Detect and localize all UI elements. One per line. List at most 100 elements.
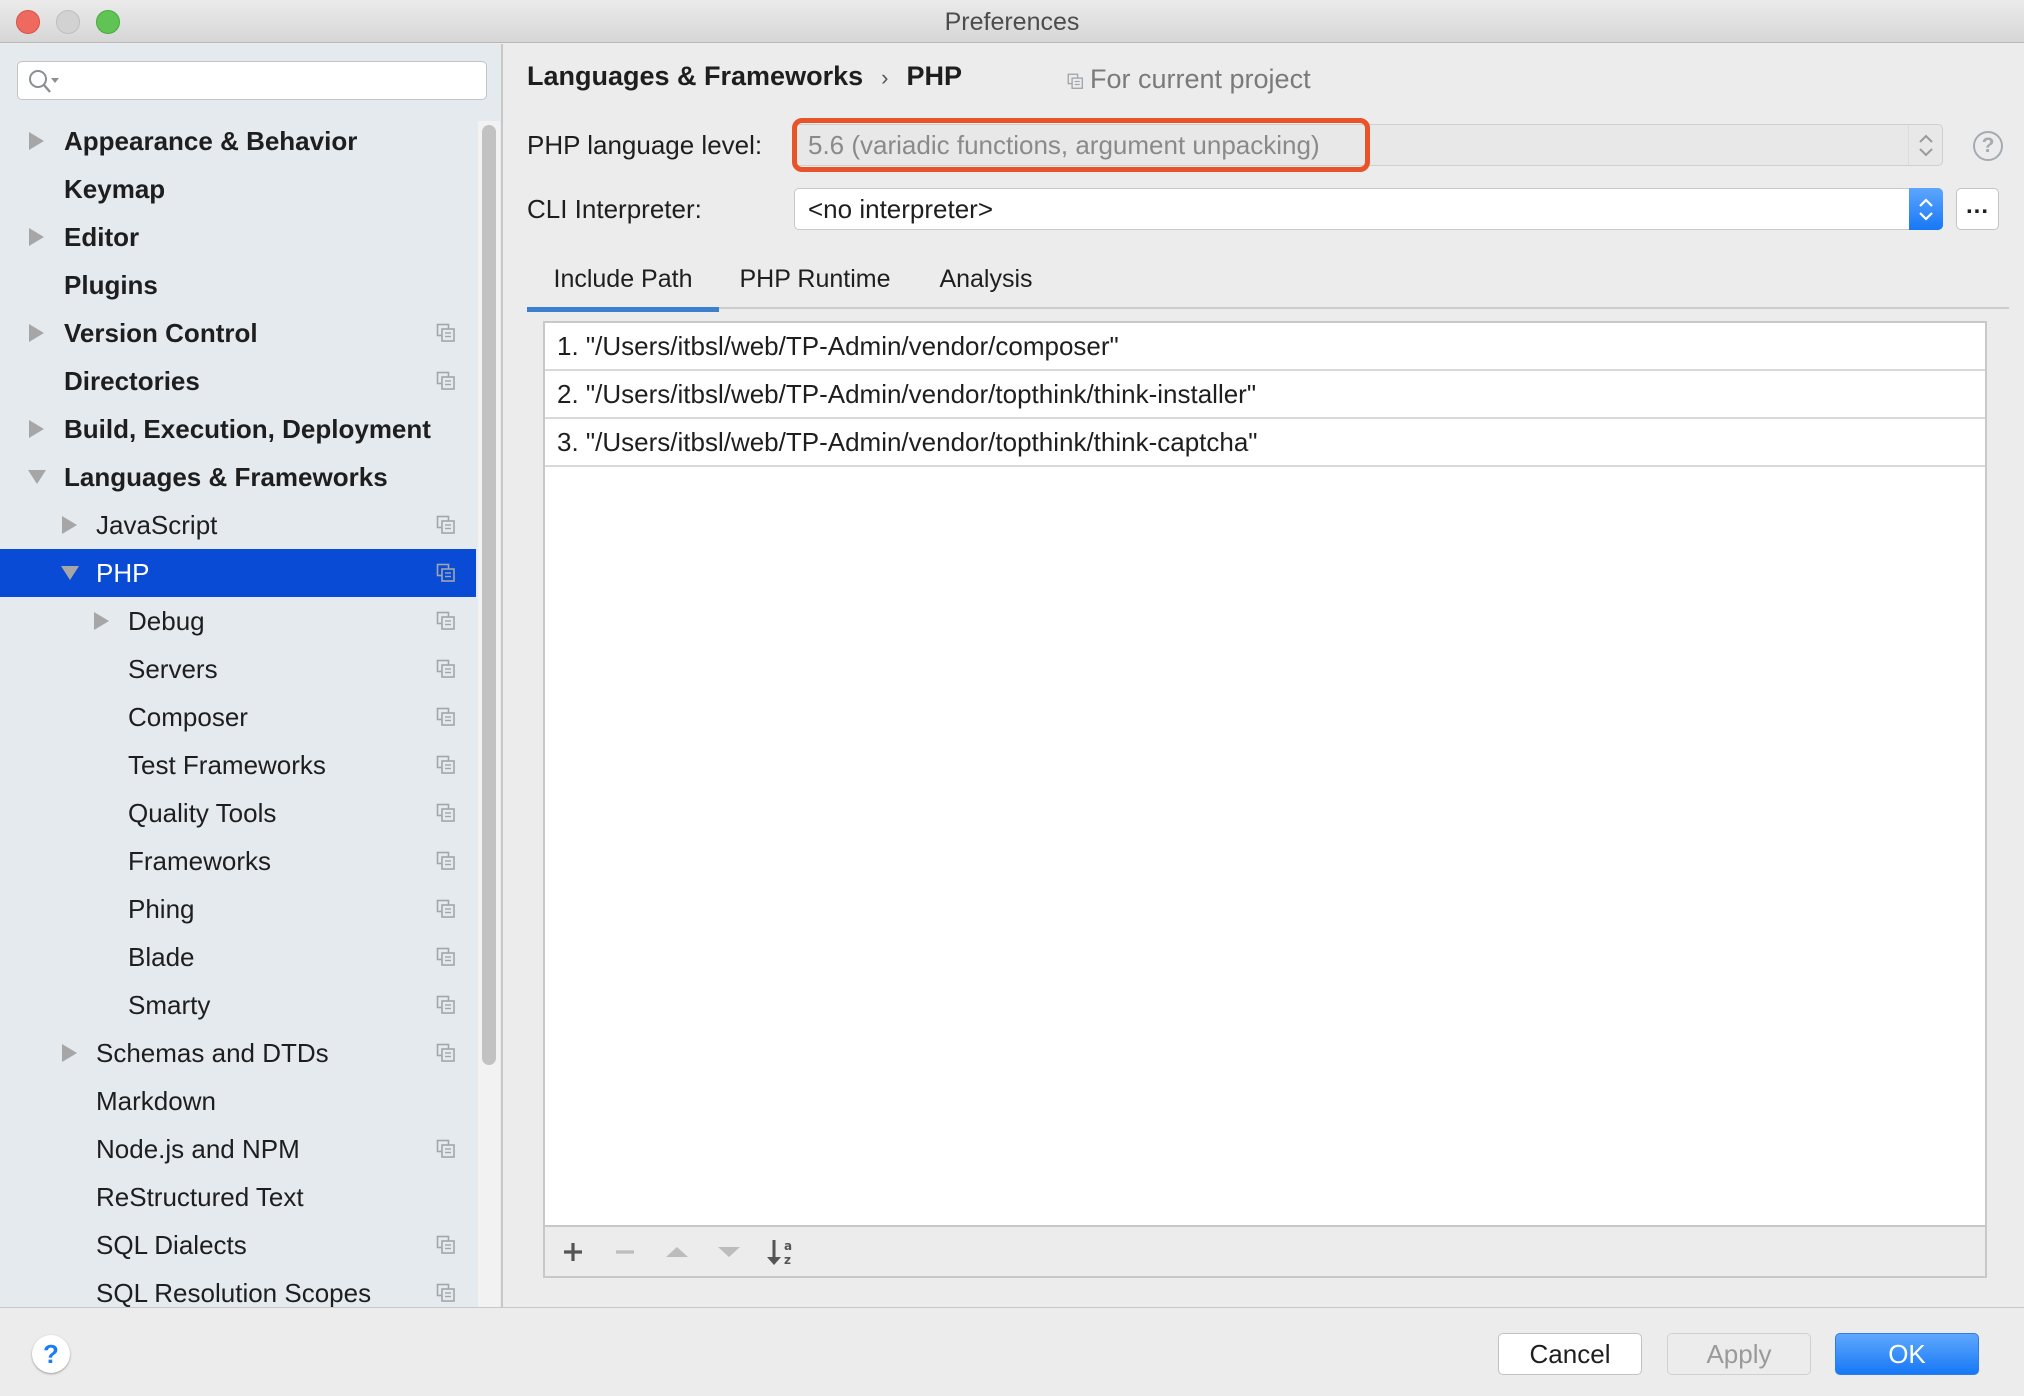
move-up-icon[interactable] [661,1236,693,1268]
sidebar-item-markdown[interactable]: Markdown [0,1077,476,1125]
sidebar-item-label: Schemas and DTDs [96,1038,329,1068]
project-scope-icon [436,371,455,390]
sidebar-item-label: Composer [128,702,248,732]
collapsed-arrow-icon[interactable] [60,501,80,549]
sidebar-item-version-control[interactable]: Version Control [0,309,476,357]
sidebar-item-schemas-and-dtds[interactable]: Schemas and DTDs [0,1029,476,1077]
sidebar-item-frameworks[interactable]: Frameworks [0,837,476,885]
sidebar-item-directories[interactable]: Directories [0,357,476,405]
sidebar-item-javascript[interactable]: JavaScript [0,501,476,549]
sidebar-item-servers[interactable]: Servers [0,645,476,693]
scope-label: For current project [1090,64,1311,94]
language-level-stepper [1908,125,1942,165]
sidebar-item-editor[interactable]: Editor [0,213,476,261]
minus-icon[interactable] [609,1236,641,1268]
sidebar-item-appearance-behavior[interactable]: Appearance & Behavior [0,117,476,165]
breadcrumb-parent[interactable]: Languages & Frameworks [527,61,863,91]
sidebar-item-phing[interactable]: Phing [0,885,476,933]
language-level-help-icon[interactable]: ? [1973,131,2003,161]
project-scope-icon [436,947,455,966]
svg-text:a: a [784,1239,792,1253]
ok-button[interactable]: OK [1835,1333,1979,1375]
sidebar-item-label: Node.js and NPM [96,1134,300,1164]
sidebar-item-restructured-text[interactable]: ReStructured Text [0,1173,476,1221]
sidebar-item-label: Appearance & Behavior [64,126,358,156]
sidebar-item-label: JavaScript [96,510,218,540]
project-scope-icon [436,707,455,726]
include-path-toolbar: a z [545,1225,1985,1276]
collapsed-arrow-icon[interactable] [27,405,47,453]
sidebar-item-label: Keymap [64,174,166,204]
project-scope-icon [436,611,455,630]
tab-analysis[interactable]: Analysis [911,254,1061,309]
collapsed-arrow-icon[interactable] [92,597,112,645]
project-scope-icon [436,563,455,582]
collapsed-arrow-icon[interactable] [27,309,47,357]
include-path-item[interactable]: 1. "/Users/itbsl/web/TP-Admin/vendor/com… [545,323,1985,371]
search-icon [29,70,59,93]
sidebar-item-languages-frameworks[interactable]: Languages & Frameworks [0,453,476,501]
php-settings-tabs: Include Path PHP Runtime Analysis [527,254,2009,312]
up-down-chevron-icon [1919,198,1933,221]
sidebar-item-label: Smarty [128,990,211,1020]
settings-sidebar: Appearance & Behavior Keymap Editor Plugins… [0,44,503,1307]
svg-text:z: z [784,1253,791,1267]
include-path-item[interactable]: 2. "/Users/itbsl/web/TP-Admin/vendor/top… [545,371,1985,419]
sidebar-item-quality-tools[interactable]: Quality Tools [0,789,476,837]
sidebar-scrollbar[interactable] [478,121,500,1307]
tab-include-path[interactable]: Include Path [527,254,719,312]
sidebar-item-keymap[interactable]: Keymap [0,165,476,213]
sidebar-item-debug[interactable]: Debug [0,597,476,645]
sidebar-item-label: Blade [128,942,195,972]
sidebar-item-label: Servers [128,654,218,684]
sidebar-item-label: PHP [96,558,150,588]
cli-interpreter-select[interactable]: <no interpreter> [794,188,1943,230]
settings-content: Languages & Frameworks › PHP For current p… [505,44,2024,1307]
cancel-button[interactable]: Cancel [1498,1333,1642,1375]
collapsed-arrow-icon[interactable] [60,1029,80,1077]
window-title: Preferences [944,8,1080,36]
language-level-label: PHP language level: [527,130,763,160]
settings-search-input[interactable] [17,61,487,100]
sidebar-item-label: Directories [64,366,200,396]
sidebar-item-label: SQL Resolution Scopes [96,1278,372,1307]
tab-php-runtime[interactable]: PHP Runtime [719,254,911,309]
cli-interpreter-value: <no interpreter> [808,194,994,224]
project-scope-icon [436,1235,455,1254]
sidebar-item-label: Frameworks [128,846,272,876]
project-scope-icon [436,323,455,342]
sidebar-item-test-frameworks[interactable]: Test Frameworks [0,741,476,789]
move-down-icon[interactable] [713,1236,745,1268]
cli-interpreter-stepper[interactable] [1909,188,1943,230]
apply-button[interactable]: Apply [1667,1333,1811,1375]
sidebar-item-sql-dialects[interactable]: SQL Dialects [0,1221,476,1269]
sidebar-item-label: Debug [128,606,205,636]
sidebar-item-smarty[interactable]: Smarty [0,981,476,1029]
collapsed-arrow-icon[interactable] [27,117,47,165]
sidebar-item-build-execution-deployment[interactable]: Build, Execution, Deployment [0,405,476,453]
project-scope-icon [1067,73,1083,89]
sidebar-item-sql-resolution-scopes[interactable]: SQL Resolution Scopes [0,1269,476,1307]
plus-icon[interactable] [557,1236,589,1268]
dialog-footer: ? Cancel Apply OK [0,1307,2024,1396]
sidebar-item-plugins[interactable]: Plugins [0,261,476,309]
sidebar-item-label: Languages & Frameworks [64,462,388,492]
expanded-arrow-icon[interactable] [27,453,47,501]
sidebar-item-blade[interactable]: Blade [0,933,476,981]
sort-alphabetically-icon[interactable]: a z [765,1236,797,1268]
breadcrumb: Languages & Frameworks › PHP [527,61,962,92]
settings-tree: Appearance & Behavior Keymap Editor Plugins… [0,117,476,1307]
expanded-arrow-icon[interactable] [60,549,80,597]
sidebar-scrollbar-thumb[interactable] [482,125,496,1065]
include-path-item[interactable]: 3. "/Users/itbsl/web/TP-Admin/vendor/top… [545,419,1985,467]
sidebar-item-node-js-and-npm[interactable]: Node.js and NPM [0,1125,476,1173]
include-path-list[interactable]: 1. "/Users/itbsl/web/TP-Admin/vendor/com… [543,321,1987,1278]
breadcrumb-current: PHP [906,61,962,91]
collapsed-arrow-icon[interactable] [27,213,47,261]
sidebar-item-php[interactable]: PHP [0,549,476,597]
help-button[interactable]: ? [32,1335,70,1373]
sidebar-item-composer[interactable]: Composer [0,693,476,741]
configure-interpreters-button[interactable]: ... [1956,188,1999,230]
sidebar-item-label: Build, Execution, Deployment [64,414,431,444]
title-bar: Preferences [0,0,2024,43]
